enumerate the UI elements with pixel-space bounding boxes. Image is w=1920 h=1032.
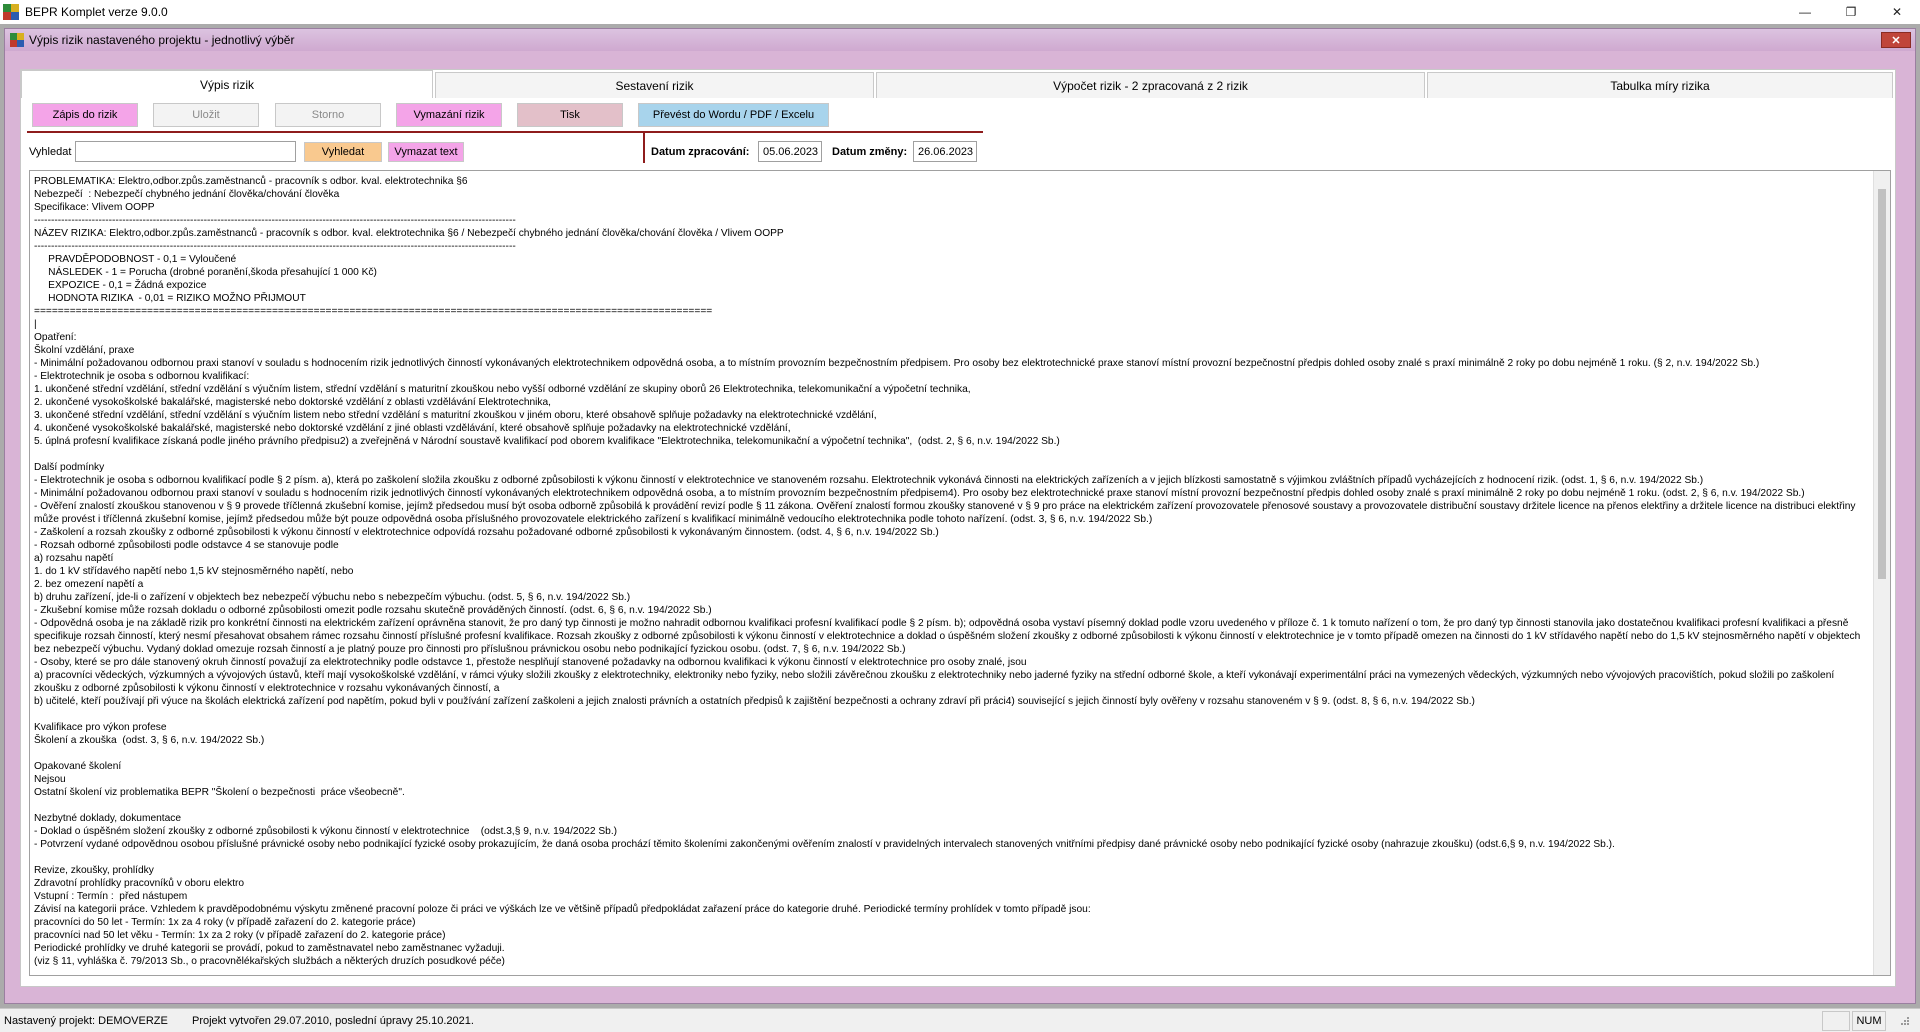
tisk-button[interactable]: Tisk — [517, 103, 623, 127]
status-project: Nastavený projekt: DEMOVERZE — [4, 1015, 168, 1027]
tab-vypis-rizik[interactable]: Výpis rizik — [21, 70, 433, 98]
red-separator — [27, 131, 983, 133]
resize-grip-icon[interactable] — [1888, 1011, 1918, 1031]
close-app-button[interactable]: ✕ — [1874, 0, 1920, 24]
risk-text-area[interactable]: PROBLEMATIKA: Elektro,odbor.způs.zaměstn… — [29, 170, 1891, 976]
child-close-button[interactable]: ✕ — [1881, 32, 1911, 48]
child-window: Výpis rizik nastaveného projektu - jedno… — [4, 28, 1916, 1004]
tab-vypocet-rizik[interactable]: Výpočet rizik - 2 zpracovaná z 2 rizik — [876, 72, 1425, 98]
child-title: Výpis rizik nastaveného projektu - jedno… — [29, 33, 295, 47]
storno-button[interactable]: Storno — [275, 103, 381, 127]
app-logo-icon — [3, 4, 19, 20]
clear-text-button[interactable]: Vymazat text — [388, 142, 464, 162]
changed-date-label: Datum změny: — [832, 146, 908, 158]
window-controls: — ❐ ✕ — [1782, 0, 1920, 24]
red-vertical-separator — [643, 133, 645, 163]
status-empty-box — [1822, 1011, 1850, 1031]
vymazani-button[interactable]: Vymazání rizik — [396, 103, 502, 127]
risk-text-content: PROBLEMATIKA: Elektro,odbor.způs.zaměstn… — [34, 176, 1861, 967]
zapis-button[interactable]: Zápis do rizik — [32, 103, 138, 127]
restore-button[interactable]: ❐ — [1828, 0, 1874, 24]
search-label: Vyhledat — [29, 146, 72, 158]
app-titlebar: BEPR Komplet verze 9.0.0 — ❐ ✕ — [0, 0, 1920, 24]
mdi-area: Výpis rizik nastaveného projektu - jedno… — [0, 24, 1920, 1008]
app-title: BEPR Komplet verze 9.0.0 — [25, 5, 168, 19]
scrollbar-thumb[interactable] — [1878, 189, 1886, 579]
tab-sestaveni-rizik[interactable]: Sestavení rizik — [435, 72, 874, 98]
minimize-button[interactable]: — — [1782, 0, 1828, 24]
toolbar: Zápis do rizik Uložit Storno Vymazání ri… — [27, 103, 847, 127]
export-button[interactable]: Převést do Wordu / PDF / Excelu — [638, 103, 829, 127]
child-titlebar: Výpis rizik nastaveného projektu - jedno… — [5, 29, 1915, 51]
processed-date-label: Datum zpracování: — [651, 146, 750, 158]
main-panel: Výpis rizik Sestavení rizik Výpočet rizi… — [20, 69, 1896, 987]
vertical-scrollbar[interactable] — [1873, 171, 1890, 975]
child-logo-icon — [10, 33, 24, 47]
search-input[interactable] — [75, 141, 296, 162]
status-created: Projekt vytvořen 29.07.2010, poslední úp… — [192, 1015, 474, 1027]
status-num: NUM — [1852, 1011, 1886, 1031]
ulozit-button[interactable]: Uložit — [153, 103, 259, 127]
status-bar: Nastavený projekt: DEMOVERZE Projekt vyt… — [0, 1008, 1920, 1032]
tab-tabulka-miry-rizika[interactable]: Tabulka míry rizika — [1427, 72, 1893, 98]
search-button[interactable]: Vyhledat — [304, 142, 382, 162]
processed-date-field[interactable]: 05.06.2023 — [758, 141, 822, 162]
search-row: Vyhledat Vyhledat Vymazat text Datum zpr… — [21, 133, 1895, 165]
tab-bar: Výpis rizik Sestavení rizik Výpočet rizi… — [21, 70, 1895, 98]
changed-date-field[interactable]: 26.06.2023 — [913, 141, 977, 162]
